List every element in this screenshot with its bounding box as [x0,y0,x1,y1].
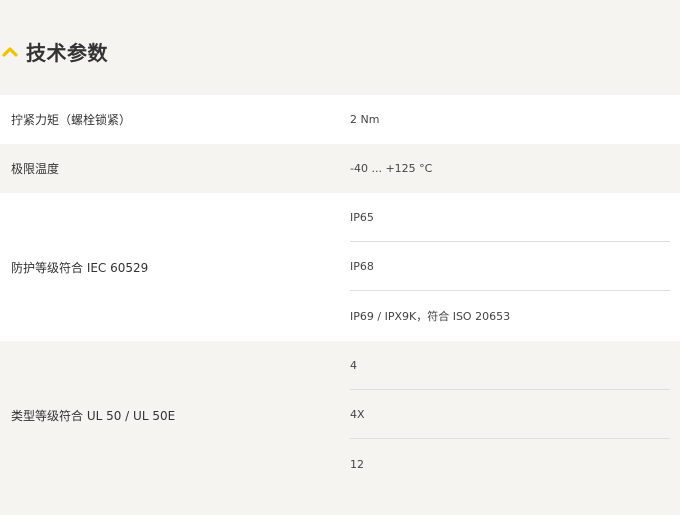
spec-row-protection: 防护等级符合 IEC 60529 IP65 IP68 IP69 / IPX9K，… [0,193,680,341]
spec-value: 12 [350,457,364,471]
section-title: 技术参数 [26,40,108,65]
spec-label: 类型等级符合 UL 50 / UL 50E [11,408,176,423]
spec-row-torque: 拧紧力矩（螺栓锁紧） 2 Nm [0,95,680,144]
spec-value: IP68 [350,242,670,291]
spec-label: 拧紧力矩（螺栓锁紧） [11,113,132,127]
chevron-up-icon[interactable] [2,45,18,57]
spec-row-ul-type: 类型等级符合 UL 50 / UL 50E 4 4X 12 [0,341,680,489]
spec-value: -40 ... +125 °C [350,162,433,175]
spec-value: 2 Nm [350,113,380,126]
spec-row-temperature: 极限温度 -40 ... +125 °C [0,144,680,193]
spec-value: IP69 / IPX9K，符合 ISO 20653 [350,310,511,323]
spec-value: 4X [350,390,670,439]
spec-table: 拧紧力矩（螺栓锁紧） 2 Nm 极限温度 -40 ... +125 °C 防护等… [0,95,680,489]
spec-value: 4 [350,341,670,390]
section-header[interactable]: 技术参数 [0,36,108,66]
spec-label: 防护等级符合 IEC 60529 [11,260,149,275]
spec-label: 极限温度 [11,162,60,176]
spec-value: IP65 [350,193,670,242]
